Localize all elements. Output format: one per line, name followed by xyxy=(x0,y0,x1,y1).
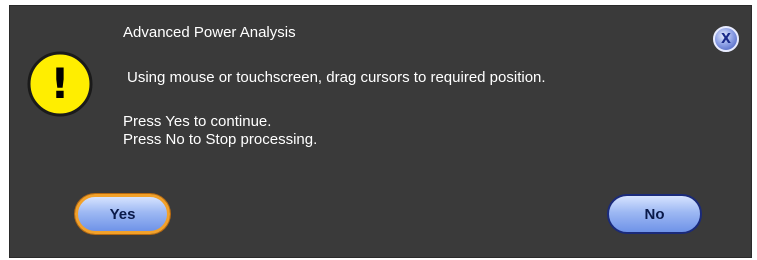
close-icon: X xyxy=(720,31,732,47)
dialog-title: Advanced Power Analysis xyxy=(123,24,296,41)
dialog-message: Using mouse or touchscreen, drag cursors… xyxy=(127,69,546,86)
no-button[interactable]: No xyxy=(607,194,702,234)
yes-button[interactable]: Yes xyxy=(75,194,170,234)
exclamation-warning-icon: ! xyxy=(27,51,93,117)
power-analysis-dialog: Advanced Power Analysis X ! Using mouse … xyxy=(9,5,752,258)
close-button[interactable]: X xyxy=(713,26,739,52)
warning-symbol: ! xyxy=(50,59,69,108)
instruction-stop: Press No to Stop processing. xyxy=(123,131,318,148)
dialog-instructions: Press Yes to continue. Press No to Stop … xyxy=(123,113,317,149)
instruction-continue: Press Yes to continue. xyxy=(123,113,272,130)
